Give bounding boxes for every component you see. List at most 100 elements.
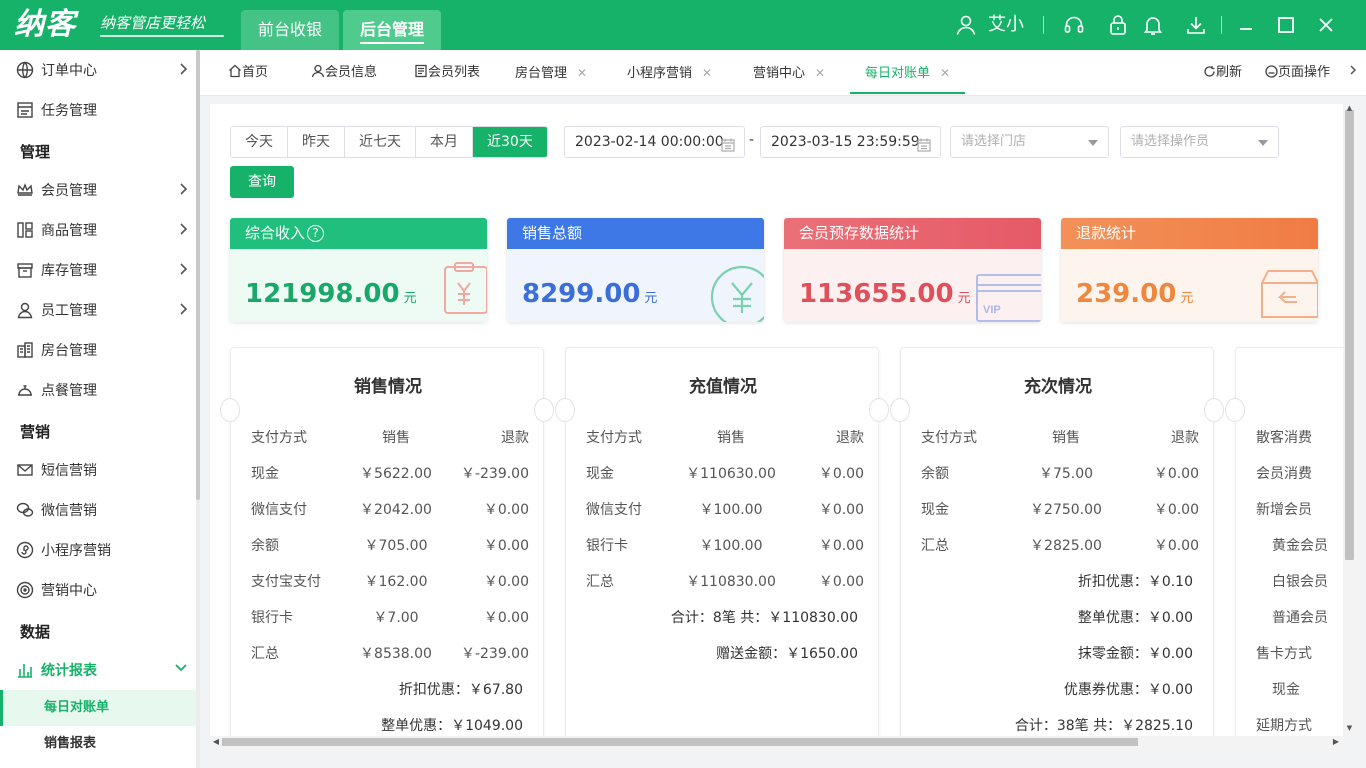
summary-label: 优惠券优惠： xyxy=(1063,682,1148,698)
tab-close-icon[interactable]: ✕ xyxy=(815,66,825,80)
sidebar-sub-daily-statement[interactable]: 每日对账单 xyxy=(0,690,196,726)
maximize-icon[interactable] xyxy=(1273,12,1299,38)
cell-method: 汇总 xyxy=(921,538,949,554)
sidebar-item-order-center[interactable]: 订单中心 xyxy=(0,50,196,90)
summary-label: 整单优惠： xyxy=(1077,610,1148,626)
nav-front-cashier[interactable]: 前台收银 xyxy=(241,10,339,50)
col-header: 退款 xyxy=(501,430,529,446)
summary-label: 合计：8笔 共： xyxy=(670,610,769,626)
table-row: 汇总 ￥110830.00 ￥0.00 xyxy=(566,564,880,600)
sidebar-item-label: 员工管理 xyxy=(41,303,97,319)
sidebar-item-wechat[interactable]: 微信营销 xyxy=(0,490,196,530)
chevron-right-icon xyxy=(178,222,188,240)
table-row: 支付宝支付 ￥162.00 ￥0.00 xyxy=(231,564,545,600)
scroll-down-arrow-icon[interactable]: ▼ xyxy=(1345,724,1354,732)
quick-yesterday-button[interactable]: 昨天 xyxy=(288,127,345,157)
start-datetime-input[interactable]: 2023-02-14 00:00:00 xyxy=(564,126,745,158)
sidebar-item-task[interactable]: 任务管理 xyxy=(0,90,196,130)
sidebar-item-label: 短信营销 xyxy=(41,463,97,479)
summary-value: ￥0.00 xyxy=(1147,646,1193,662)
cell-method: 微信支付 xyxy=(586,502,642,518)
summary-value: ￥67.80 xyxy=(468,682,523,698)
sidebar-item-goods[interactable]: 商品管理 xyxy=(0,210,196,250)
sidebar-item-reports[interactable]: 统计报表 xyxy=(0,650,196,690)
sidebar-item-dining[interactable]: 点餐管理 xyxy=(0,370,196,410)
cell-sales: ￥100.00 xyxy=(699,538,763,554)
cell-refund: ￥0.00 xyxy=(818,502,864,518)
minimize-icon[interactable] xyxy=(1233,12,1259,38)
tab-member-info[interactable]: 会员信息 xyxy=(311,50,377,94)
summary-line: 合计：38笔 共：￥2825.10 xyxy=(893,708,1193,736)
sidebar-heading-manage: 管理 xyxy=(20,143,51,161)
sidebar-scroll-thumb[interactable] xyxy=(196,50,200,500)
bell-icon[interactable] xyxy=(1140,12,1166,38)
scroll-right-arrow-icon[interactable]: ▶ xyxy=(1331,736,1341,748)
home-icon xyxy=(229,64,241,78)
lock-icon[interactable] xyxy=(1105,12,1131,38)
nav-back-office[interactable]: 后台管理 xyxy=(343,10,441,50)
summary-line: 折扣优惠：￥67.80 xyxy=(223,672,523,708)
card-body: 121998.00 元 xyxy=(230,249,487,322)
sidebar-item-label: 订单中心 xyxy=(41,63,97,79)
username[interactable]: 艾小 xyxy=(988,13,1024,37)
wechat-icon xyxy=(15,500,35,520)
sidebar-item-sms[interactable]: 短信营销 xyxy=(0,450,196,490)
close-icon[interactable] xyxy=(1313,12,1339,38)
tab-daily-statement[interactable]: 每日对账单 ✕ xyxy=(850,50,966,94)
tab-scroll-right-icon[interactable] xyxy=(1348,50,1358,94)
sidebar-item-member[interactable]: 会员管理 xyxy=(0,170,196,210)
svg-text:VIP: VIP xyxy=(983,304,1001,316)
tab-home[interactable]: 首页 xyxy=(228,50,268,94)
cell-method: 余额 xyxy=(251,538,279,554)
panel-notch xyxy=(890,398,910,422)
sidebar-item-miniapp[interactable]: 小程序营销 xyxy=(0,530,196,570)
sidebar-item-staff[interactable]: 员工管理 xyxy=(0,290,196,330)
quick-7days-button[interactable]: 近七天 xyxy=(345,127,416,157)
user-icon[interactable] xyxy=(953,12,979,38)
quick-date-group: 今天 昨天 近七天 本月 近30天 xyxy=(230,126,548,158)
panel-notch xyxy=(220,398,240,422)
sidebar-item-table-room[interactable]: 房台管理 xyxy=(0,330,196,370)
tab-close-icon[interactable]: ✕ xyxy=(940,66,950,80)
table-row: 银行卡 ￥100.00 ￥0.00 xyxy=(566,528,880,564)
operator-select[interactable]: 请选择操作员 xyxy=(1120,126,1279,158)
tab-marketing-center[interactable]: 营销中心 ✕ xyxy=(753,50,825,94)
tab-table-room[interactable]: 房台管理 ✕ xyxy=(515,50,587,94)
cell-sales: ￥5622.00 xyxy=(360,466,432,482)
end-datetime-input[interactable]: 2023-03-15 23:59:59 xyxy=(760,126,941,158)
help-icon[interactable]: ? xyxy=(307,225,325,242)
sidebar-item-inventory[interactable]: 库存管理 xyxy=(0,250,196,290)
quick-month-button[interactable]: 本月 xyxy=(416,127,473,157)
cell-method: 银行卡 xyxy=(251,610,293,626)
tab-label: 每日对账单 xyxy=(865,66,931,81)
chevron-right-icon xyxy=(178,302,188,320)
cell-sales: ￥2042.00 xyxy=(360,502,432,518)
store-select[interactable]: 请选择门店 xyxy=(950,126,1109,158)
cell-refund: ￥0.00 xyxy=(1153,466,1199,482)
refresh-button[interactable]: 刷新 xyxy=(1203,50,1242,94)
tab-close-icon[interactable]: ✕ xyxy=(702,66,712,80)
table-row: 汇总 ￥2825.00 ￥0.00 xyxy=(901,528,1215,564)
card-title: 综合收入 xyxy=(245,224,306,242)
table-row: 银行卡 ￥7.00 ￥0.00 xyxy=(231,600,545,636)
tab-close-icon[interactable]: ✕ xyxy=(577,66,587,80)
content-horizontal-scroll-thumb[interactable] xyxy=(222,738,1138,746)
summary-value: ￥0.00 xyxy=(1147,610,1193,626)
staff-icon xyxy=(15,300,35,320)
quick-today-button[interactable]: 今天 xyxy=(231,127,288,157)
goods-icon xyxy=(15,220,35,240)
content-vertical-scroll-thumb[interactable] xyxy=(1345,110,1354,560)
tab-miniapp[interactable]: 小程序营销 ✕ xyxy=(627,50,712,94)
sidebar-sub-sales-report[interactable]: 销售报表 xyxy=(0,726,196,762)
tab-member-list[interactable]: 会员列表 xyxy=(414,50,480,94)
headset-icon[interactable] xyxy=(1061,12,1087,38)
download-icon[interactable] xyxy=(1183,12,1209,38)
scroll-left-arrow-icon[interactable]: ◀ xyxy=(211,736,221,748)
scroll-up-arrow-icon[interactable]: ▲ xyxy=(1345,104,1354,112)
quick-30days-button[interactable]: 近30天 xyxy=(473,127,547,157)
sidebar-item-marketing-center[interactable]: 营销中心 xyxy=(0,570,196,610)
list-item: 白银会员 xyxy=(1272,574,1328,590)
sidebar-heading-data: 数据 xyxy=(20,623,51,641)
page-operations-button[interactable]: 页面操作 xyxy=(1265,50,1330,94)
query-button[interactable]: 查询 xyxy=(230,166,294,198)
